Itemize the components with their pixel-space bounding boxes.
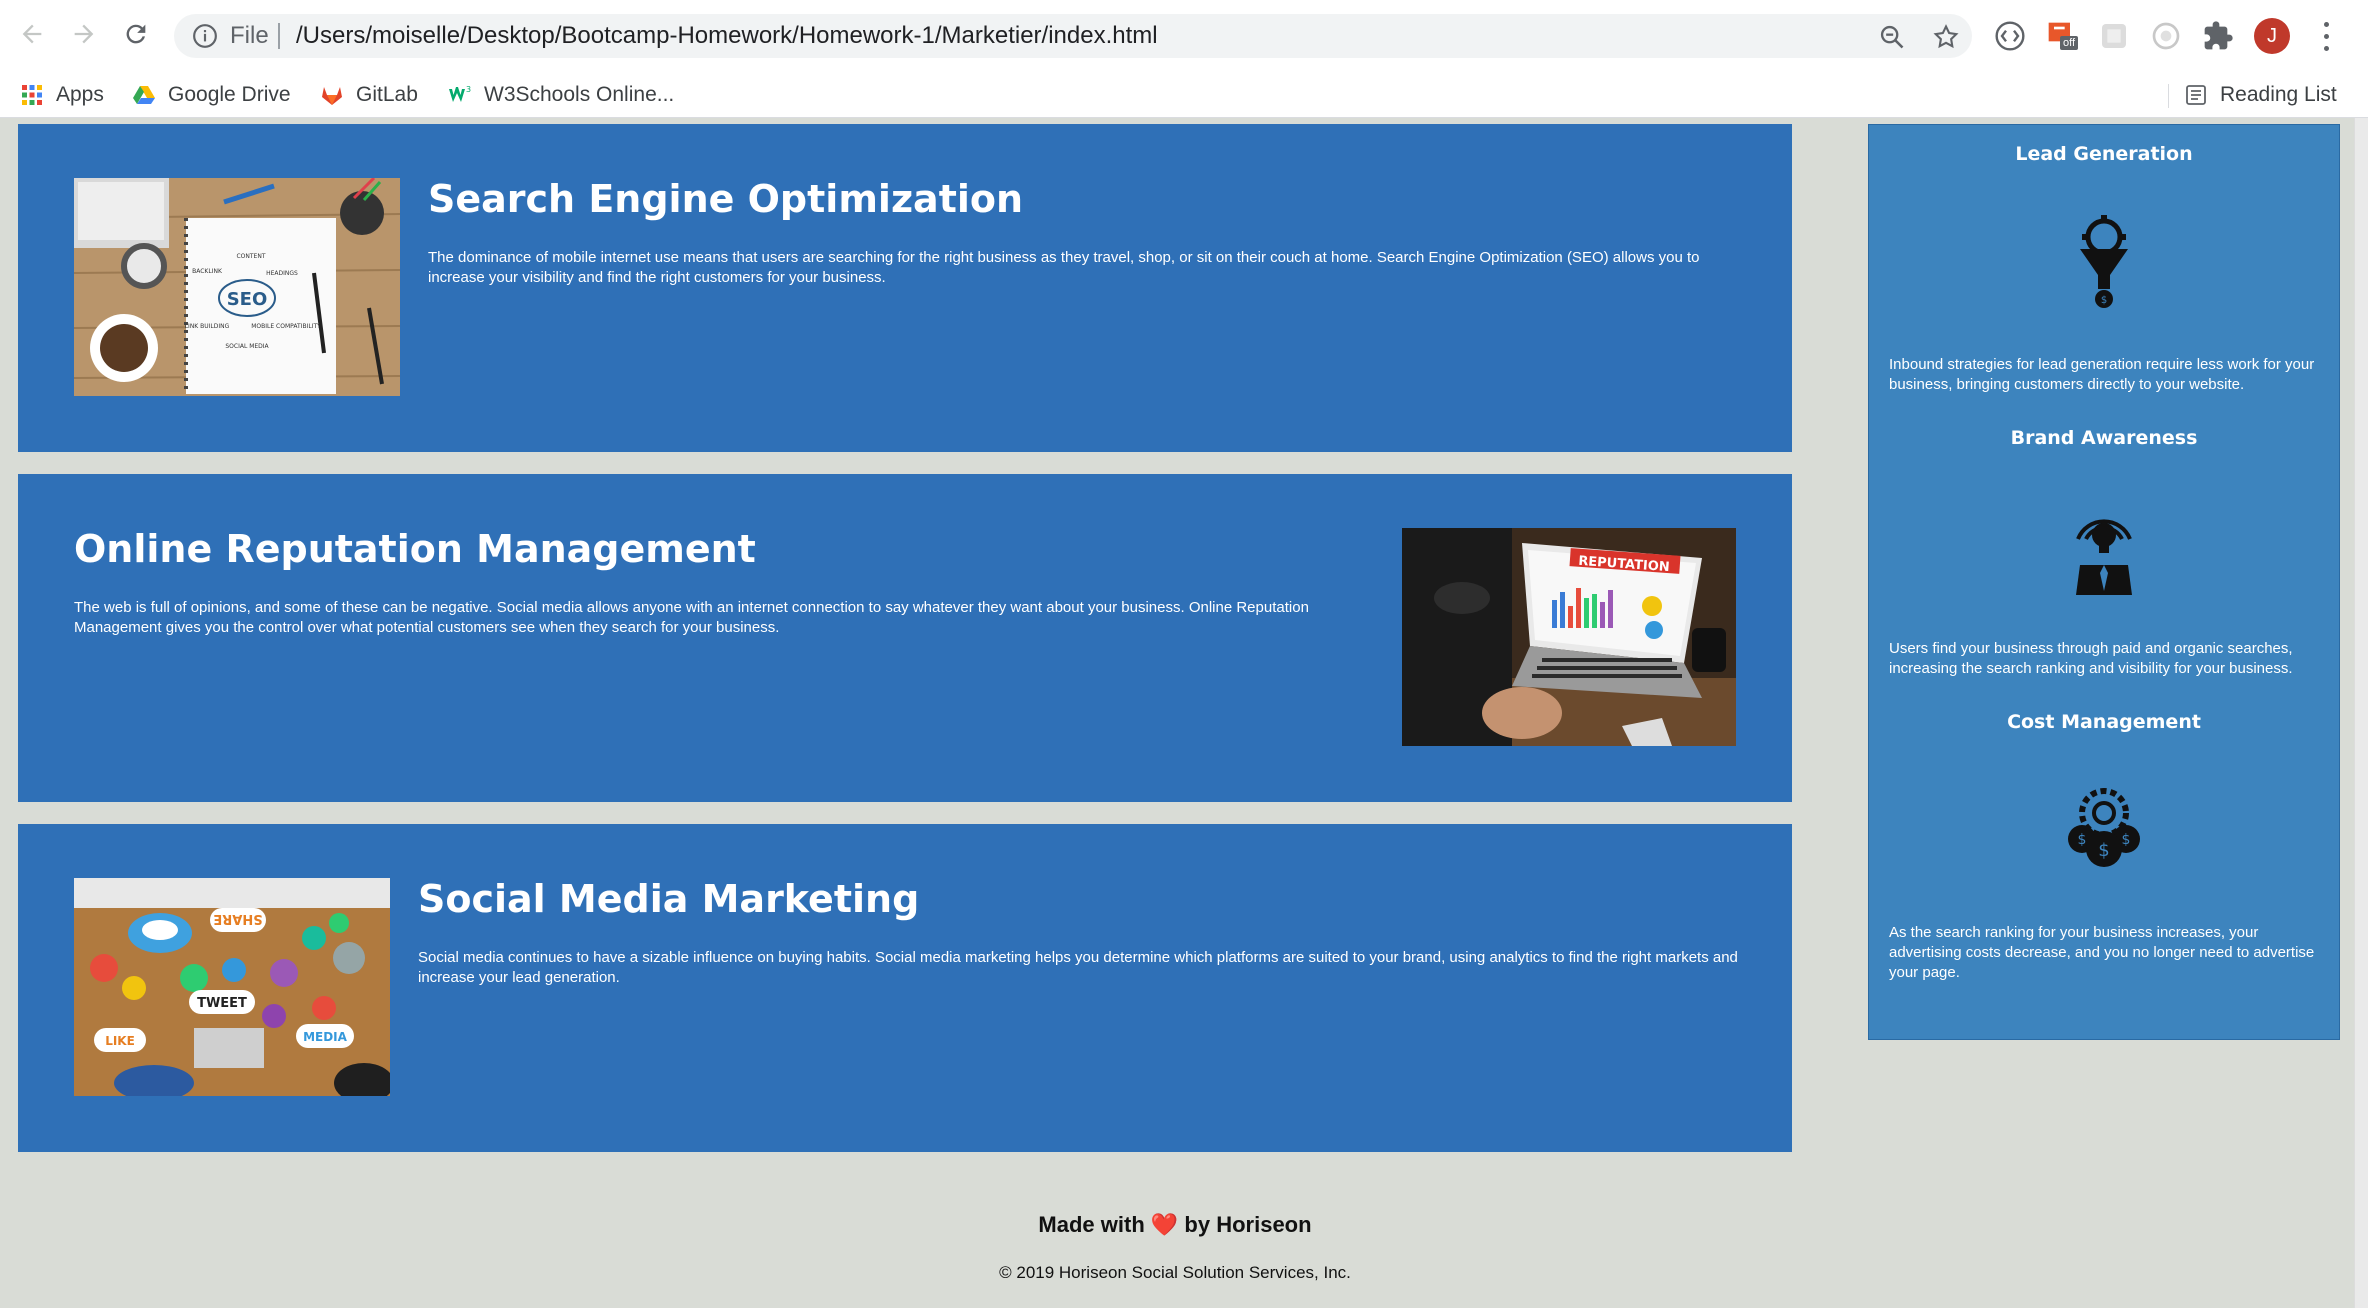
seo-image-main-label: SEO	[227, 289, 268, 310]
bookmark-gitlab[interactable]: GitLab	[320, 80, 418, 110]
bookmark-apps[interactable]: Apps	[20, 80, 104, 110]
svg-text:SOCIAL MEDIA: SOCIAL MEDIA	[225, 343, 269, 350]
footer-made-suffix: by Horiseon	[1184, 1212, 1312, 1237]
heart-icon: ❤️	[1150, 1212, 1179, 1237]
svg-text:3: 3	[466, 85, 471, 94]
reload-icon	[126, 24, 146, 44]
reputation-image: REPUTATION	[1402, 528, 1736, 746]
lead-funnel-icon: $	[2080, 215, 2128, 308]
svg-text:LINK BUILDING: LINK BUILDING	[185, 323, 230, 330]
reputation-illustration: REPUTATION	[1402, 528, 1736, 746]
arrow-left-icon	[22, 24, 42, 44]
svg-text:$: $	[2101, 295, 2107, 306]
bookmark-label: Apps	[56, 83, 104, 106]
bookmarks-bar: Apps Google Drive GitLab 3 W3Schools Onl…	[0, 72, 2368, 118]
benefit-text: As the search ranking for your business …	[1889, 924, 2315, 981]
social-media-image: SHARE TWEET LIKE MEDIA	[74, 878, 390, 1096]
seo-illustration: SEO CONTENT BACKLINK HEADINGS LINK BUILD…	[74, 178, 400, 396]
social-media-title: Social Media Marketing	[418, 877, 920, 921]
media-bubble-label: MEDIA	[303, 1030, 348, 1044]
gitlab-icon	[322, 87, 342, 105]
bookmark-star-icon[interactable]	[1932, 23, 1960, 51]
zoom-icon[interactable]	[1878, 23, 1906, 51]
extension-grey-icon[interactable]	[2098, 20, 2130, 52]
address-bar[interactable]: File /Users/moiselle/Desktop/Bootcamp-Ho…	[174, 14, 1972, 58]
profile-avatar[interactable]: J	[2254, 18, 2290, 54]
svg-text:$: $	[2122, 832, 2131, 848]
seo-text: The dominance of mobile internet use mea…	[428, 249, 1700, 286]
extension-off-icon[interactable]: off	[2046, 20, 2079, 52]
url-separator	[278, 23, 280, 49]
seo-title: Search Engine Optimization	[428, 177, 1024, 221]
seo-image: SEO CONTENT BACKLINK HEADINGS LINK BUILD…	[74, 178, 400, 396]
svg-text:CONTENT: CONTENT	[236, 253, 265, 260]
url-text[interactable]: /Users/moiselle/Desktop/Bootcamp-Homewor…	[296, 24, 1158, 48]
reload-button[interactable]	[118, 16, 154, 52]
tweet-bubble-label: TWEET	[197, 996, 247, 1011]
back-button[interactable]	[14, 16, 50, 52]
apps-grid-icon	[22, 85, 42, 105]
extension-code-icon[interactable]	[1994, 20, 2026, 52]
footer-made-prefix: Made with	[1038, 1212, 1145, 1237]
brand-lightbulb-icon	[2076, 519, 2132, 595]
bookmark-google-drive[interactable]: Google Drive	[132, 80, 291, 110]
benefit-title: Lead Generation	[2015, 143, 2193, 165]
svg-text:BACKLINK: BACKLINK	[192, 268, 223, 275]
bookmarks-separator	[2168, 84, 2169, 108]
reading-list-button[interactable]: Reading List	[2184, 80, 2337, 110]
seo-section: SEO CONTENT BACKLINK HEADINGS LINK BUILD…	[18, 124, 1792, 452]
browser-toolbar: File /Users/moiselle/Desktop/Bootcamp-Ho…	[0, 0, 2368, 72]
forward-button[interactable]	[66, 16, 102, 52]
page-scrollbar[interactable]	[2354, 118, 2368, 1308]
benefit-title: Brand Awareness	[2010, 427, 2198, 449]
bookmark-label: W3Schools Online...	[484, 83, 675, 106]
arrow-right-icon	[74, 24, 94, 44]
benefit-title: Cost Management	[2007, 711, 2201, 733]
svg-text:MOBILE COMPATIBILITY: MOBILE COMPATIBILITY	[251, 323, 321, 330]
reputation-text: The web is full of opinions, and some of…	[74, 599, 1309, 636]
svg-text:$: $	[2098, 840, 2109, 861]
bookmark-label: Google Drive	[168, 83, 291, 106]
benefit-text: Users find your business through paid an…	[1889, 640, 2293, 677]
url-scheme-label: File	[230, 22, 269, 49]
reading-list-label: Reading List	[2220, 83, 2337, 106]
reputation-title: Online Reputation Management	[74, 527, 756, 571]
w3schools-icon: 3	[449, 85, 471, 102]
bookmark-label: GitLab	[356, 83, 418, 106]
svg-text:$: $	[2078, 832, 2087, 848]
social-media-text: Social media continues to have a sizable…	[418, 949, 1738, 986]
reading-list-icon	[2186, 85, 2206, 105]
extensions-puzzle-icon[interactable]	[2202, 20, 2234, 52]
footer-made-with: Made with ❤️ by Horiseon	[0, 1210, 2350, 1240]
reputation-section: Online Reputation Management The web is …	[18, 474, 1792, 802]
bookmark-w3schools[interactable]: 3 W3Schools Online...	[448, 80, 674, 110]
benefit-text: Inbound strategies for lead generation r…	[1889, 356, 2315, 393]
google-drive-icon	[133, 86, 155, 104]
cost-gears-icon: $ $ $	[2068, 788, 2140, 867]
benefits-sidebar: Lead Generation $ Inbound strategies for…	[1868, 124, 2340, 1040]
extension-badge: off	[2060, 36, 2079, 50]
like-bubble-label: LIKE	[105, 1034, 135, 1048]
page-viewport: SEO CONTENT BACKLINK HEADINGS LINK BUILD…	[0, 118, 2368, 1308]
extension-circle-icon[interactable]	[2150, 20, 2182, 52]
footer-copyright: © 2019 Horiseon Social Solution Services…	[999, 1263, 1351, 1282]
social-media-section: SHARE TWEET LIKE MEDIA Social Media Mark…	[18, 824, 1792, 1152]
browser-menu-icon[interactable]	[2314, 18, 2338, 54]
svg-text:SHARE: SHARE	[213, 911, 262, 926]
info-icon[interactable]	[192, 23, 218, 49]
svg-text:HEADINGS: HEADINGS	[266, 270, 298, 277]
social-media-illustration: SHARE TWEET LIKE MEDIA	[74, 878, 390, 1096]
